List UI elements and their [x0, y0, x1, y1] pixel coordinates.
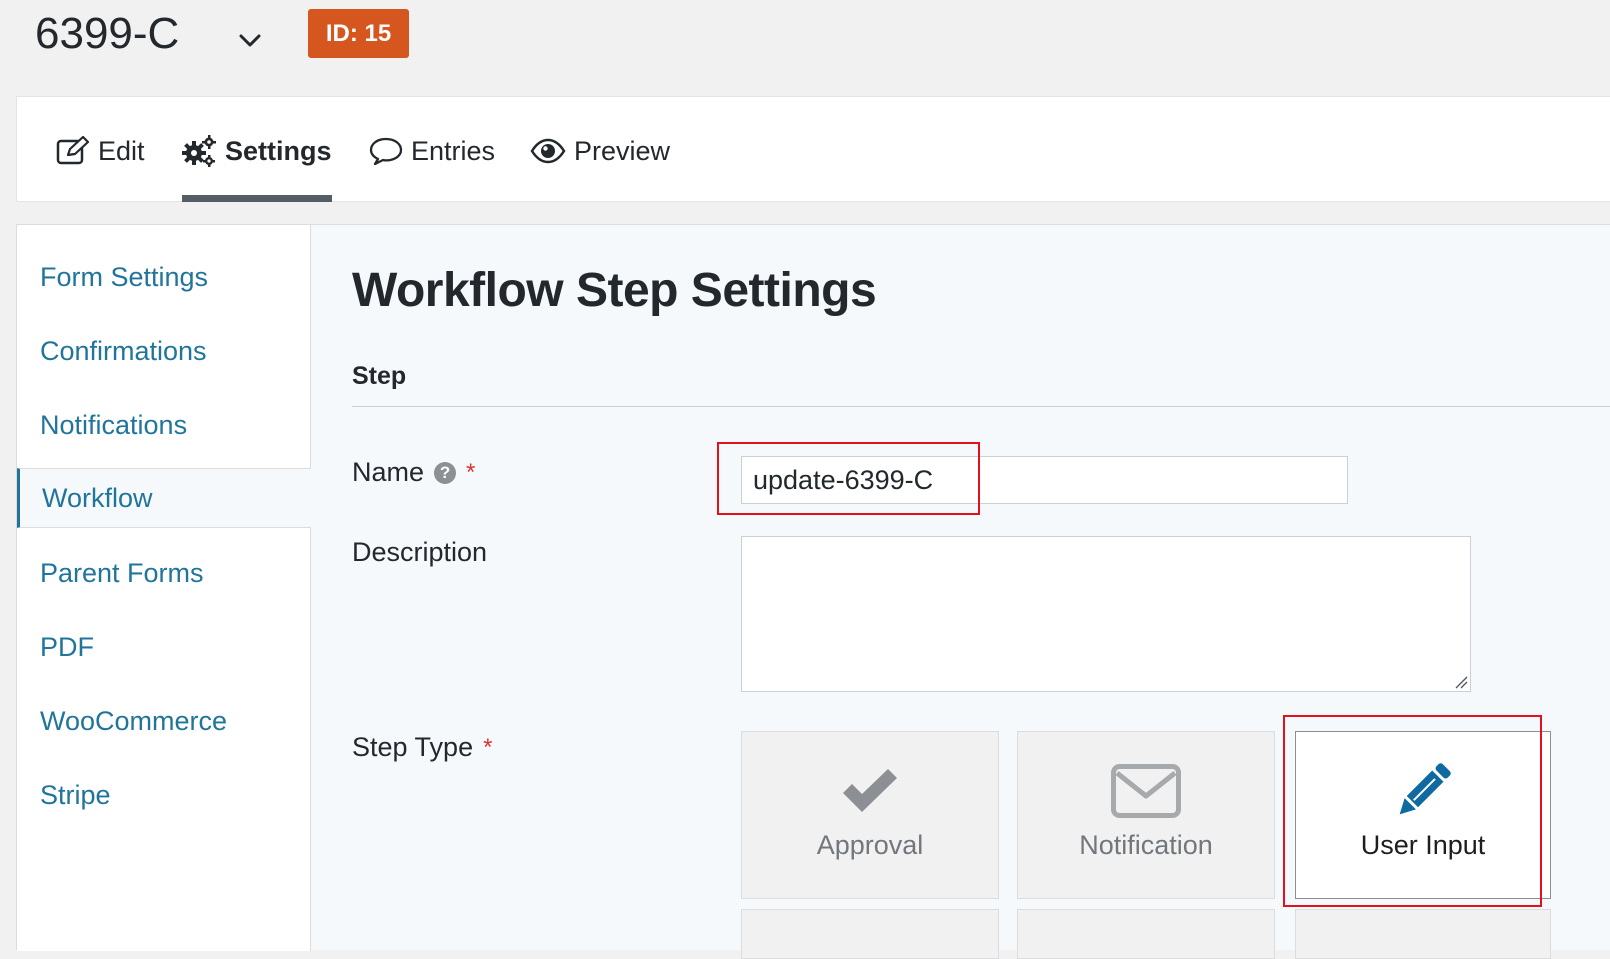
name-label-text: Name: [352, 457, 425, 487]
sidebar-item-confirmations[interactable]: Confirmations: [17, 321, 311, 381]
step-type-card[interactable]: [741, 909, 999, 959]
required-marker: *: [466, 458, 476, 486]
tab-preview-label: Preview: [574, 135, 671, 166]
step-type-label-text: Step Type: [352, 732, 474, 762]
sidebar-item-workflow[interactable]: Workflow: [17, 468, 311, 528]
settings-sidebar: Form Settings Confirmations Notification…: [17, 225, 311, 951]
sidebar-item-woocommerce[interactable]: WooCommerce: [17, 691, 311, 751]
resize-grip-icon[interactable]: [1454, 675, 1468, 689]
name-field-label: Name ? *: [352, 457, 475, 488]
description-label-text: Description: [352, 537, 488, 567]
step-type-notification[interactable]: Notification: [1017, 731, 1275, 899]
envelope-icon: [1111, 764, 1181, 818]
step-type-field-label: Step Type *: [352, 732, 492, 763]
step-type-approval-label: Approval: [816, 830, 924, 860]
sidebar-item-notifications[interactable]: Notifications: [17, 395, 311, 455]
step-description-textarea[interactable]: [741, 536, 1471, 692]
step-type-card[interactable]: [1017, 909, 1275, 959]
tab-edit[interactable]: Edit: [56, 133, 145, 169]
eye-icon: [530, 138, 566, 164]
settings-main: Workflow Step Settings Step Name ? * Des…: [312, 225, 1610, 959]
step-type-card[interactable]: [1295, 909, 1551, 959]
checkmark-icon: [843, 769, 897, 812]
form-toolbar: Edit Settings Entries Preview: [16, 96, 1610, 202]
tab-entries-label: Entries: [411, 135, 496, 166]
tab-settings-label: Settings: [225, 135, 332, 166]
form-header: 6399-C ID: 15: [0, 0, 1610, 96]
tab-edit-label: Edit: [98, 135, 145, 166]
section-divider: [352, 406, 1610, 407]
form-title: 6399-C: [35, 9, 180, 58]
sidebar-item-parent-forms[interactable]: Parent Forms: [17, 543, 311, 603]
step-type-approval[interactable]: Approval: [741, 731, 999, 899]
step-type-notification-label: Notification: [1079, 830, 1213, 860]
description-field-label: Description: [352, 537, 487, 568]
tab-entries[interactable]: Entries: [369, 133, 495, 169]
chevron-down-icon[interactable]: [236, 26, 264, 54]
gears-icon: [182, 135, 216, 167]
sidebar-item-form-settings[interactable]: Form Settings: [17, 247, 311, 307]
sidebar-item-pdf[interactable]: PDF: [17, 617, 311, 677]
edit-icon: [56, 136, 90, 165]
speech-bubble-icon: [369, 137, 403, 166]
settings-panel: Form Settings Confirmations Notification…: [16, 224, 1610, 959]
highlight-box-name: [717, 442, 980, 515]
tab-preview[interactable]: Preview: [530, 133, 670, 169]
section-heading: Step: [352, 362, 407, 390]
tab-settings[interactable]: Settings: [181, 133, 332, 169]
help-icon[interactable]: ?: [434, 461, 457, 484]
sidebar-item-stripe[interactable]: Stripe: [17, 765, 311, 825]
page-title: Workflow Step Settings: [352, 264, 877, 317]
active-tab-indicator: [182, 195, 332, 202]
required-marker: *: [483, 733, 493, 761]
highlight-box-user-input: [1283, 715, 1542, 907]
form-id-badge: ID: 15: [308, 9, 409, 58]
